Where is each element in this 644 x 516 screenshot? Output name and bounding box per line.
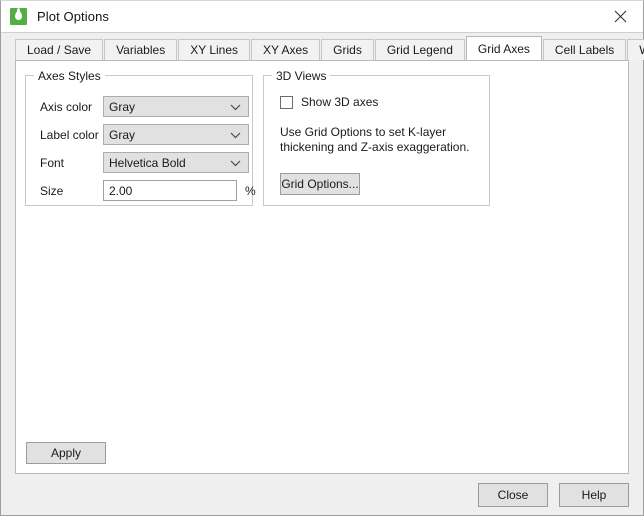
- 3d-views-group-title: 3D Views: [272, 69, 331, 83]
- size-label: Size: [40, 183, 64, 198]
- tab-grid-axes[interactable]: Grid Axes: [465, 36, 542, 60]
- font-value: Helvetica Bold: [109, 155, 186, 170]
- close-button[interactable]: Close: [478, 482, 548, 507]
- axis-color-value: Gray: [109, 99, 136, 114]
- label-color-label: Label color: [40, 127, 99, 142]
- apply-button[interactable]: Apply: [26, 442, 106, 464]
- tab-grid-legend[interactable]: Grid Legend: [374, 39, 465, 60]
- font-label: Font: [40, 155, 65, 170]
- close-icon[interactable]: [598, 1, 643, 32]
- font-select[interactable]: Helvetica Bold: [103, 152, 249, 173]
- tab-grids[interactable]: Grids: [321, 39, 374, 60]
- axes-styles-group-title: Axes Styles: [34, 69, 105, 83]
- tab-cell-labels[interactable]: Cell Labels: [542, 39, 627, 60]
- 3d-views-hint-text: Use Grid Options to set K-layer thickeni…: [280, 125, 470, 154]
- 3d-views-group: 3D Views Show 3D axes Use Grid Options t…: [263, 69, 490, 206]
- size-input[interactable]: 2.00: [103, 180, 237, 201]
- tab-load-save[interactable]: Load / Save: [15, 39, 104, 60]
- axis-color-row: Axis color Gray: [40, 96, 249, 117]
- tab-xy-lines[interactable]: XY Lines: [178, 39, 251, 60]
- chevron-down-icon: [230, 100, 241, 114]
- dialog-footer: Close Help: [1, 474, 643, 515]
- size-unit-label: %: [245, 183, 256, 198]
- title-bar: Plot Options: [1, 1, 643, 33]
- app-droplet-icon: [10, 8, 27, 25]
- label-color-select[interactable]: Gray: [103, 124, 249, 145]
- tab-xy-axes[interactable]: XY Axes: [251, 39, 321, 60]
- label-color-value: Gray: [109, 127, 136, 142]
- tab-bar: Load / Save Variables XY Lines XY Axes G…: [1, 33, 644, 60]
- axes-styles-group: Axes Styles Axis color Gray Label color …: [25, 69, 256, 206]
- grid-options-button[interactable]: Grid Options...: [280, 173, 360, 195]
- font-row: Font Helvetica Bold: [40, 152, 249, 173]
- help-button[interactable]: Help: [559, 482, 629, 507]
- chevron-down-icon: [230, 156, 241, 170]
- axis-color-label: Axis color: [40, 99, 93, 114]
- tab-wells[interactable]: Wells: [627, 39, 644, 60]
- label-color-row: Label color Gray: [40, 124, 249, 145]
- chevron-down-icon: [230, 128, 241, 142]
- show-3d-axes-checkbox-row[interactable]: Show 3D axes: [280, 95, 378, 109]
- show-3d-axes-checkbox[interactable]: [280, 95, 293, 109]
- tab-content-panel: Axes Styles Axis color Gray Label color …: [15, 60, 629, 474]
- size-row: Size 2.00 %: [40, 180, 256, 201]
- plot-options-dialog: Plot Options Load / Save Variables XY Li…: [0, 0, 644, 516]
- show-3d-axes-label: Show 3D axes: [301, 95, 379, 109]
- window-title: Plot Options: [37, 9, 110, 24]
- axis-color-select[interactable]: Gray: [103, 96, 249, 117]
- tab-variables[interactable]: Variables: [104, 39, 178, 60]
